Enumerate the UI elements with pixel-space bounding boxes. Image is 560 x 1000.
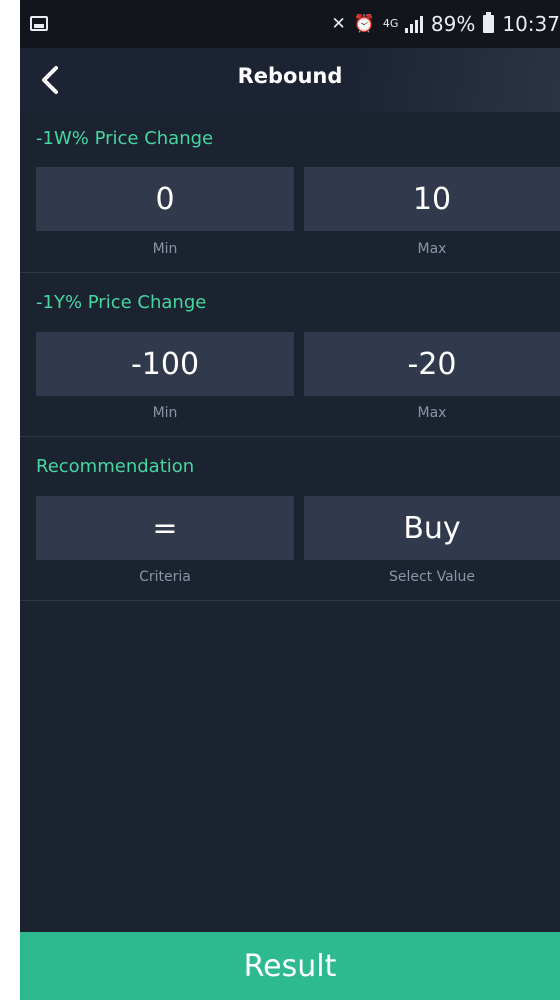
section-divider <box>20 436 560 437</box>
clock: 10:37 <box>502 12 560 36</box>
status-icons: ✕ ⏰ 4G 89% 10:37 <box>331 12 560 36</box>
section-title: Recommendation <box>36 456 195 477</box>
criteria-caption: Criteria <box>139 569 191 585</box>
max-caption: Max <box>417 241 447 257</box>
alarm-icon: ⏰ <box>353 14 375 34</box>
network-type: 4G <box>382 17 399 30</box>
status-bar: ✕ ⏰ 4G 89% 10:37 <box>20 0 560 48</box>
mute-icon: ✕ <box>331 14 346 34</box>
min-input[interactable]: -100 <box>36 332 294 396</box>
min-input[interactable]: 0 <box>36 167 294 231</box>
section-divider <box>20 272 560 273</box>
result-button[interactable]: Result <box>20 932 560 1000</box>
battery-icon <box>483 12 495 33</box>
section-title: -1Y% Price Change <box>36 292 207 313</box>
max-caption: Max <box>417 405 447 421</box>
criteria-select[interactable]: = <box>36 496 294 560</box>
value-caption: Select Value <box>388 569 476 585</box>
app-header: Rebound <box>20 48 560 112</box>
section-divider <box>20 600 560 601</box>
max-input[interactable]: -20 <box>304 332 560 396</box>
gallery-notification-icon <box>30 16 48 31</box>
filter-section-recommendation: Recommendation = Buy Criteria Select Val… <box>20 456 560 600</box>
max-input[interactable]: 10 <box>304 167 560 231</box>
signal-icon <box>404 15 423 33</box>
app-screen: ✕ ⏰ 4G 89% 10:37 Rebound -1W% Price Chan… <box>20 0 560 1000</box>
battery-percent: 89% <box>430 12 476 36</box>
filter-section-1w-price-change: -1W% Price Change 0 10 Min Max <box>20 128 560 272</box>
min-caption: Min <box>152 241 178 257</box>
page-title: Rebound <box>237 64 343 88</box>
section-title: -1W% Price Change <box>36 128 214 149</box>
min-caption: Min <box>152 405 178 421</box>
filter-section-1y-price-change: -1Y% Price Change -100 -20 Min Max <box>20 292 560 436</box>
value-select[interactable]: Buy <box>304 496 560 560</box>
